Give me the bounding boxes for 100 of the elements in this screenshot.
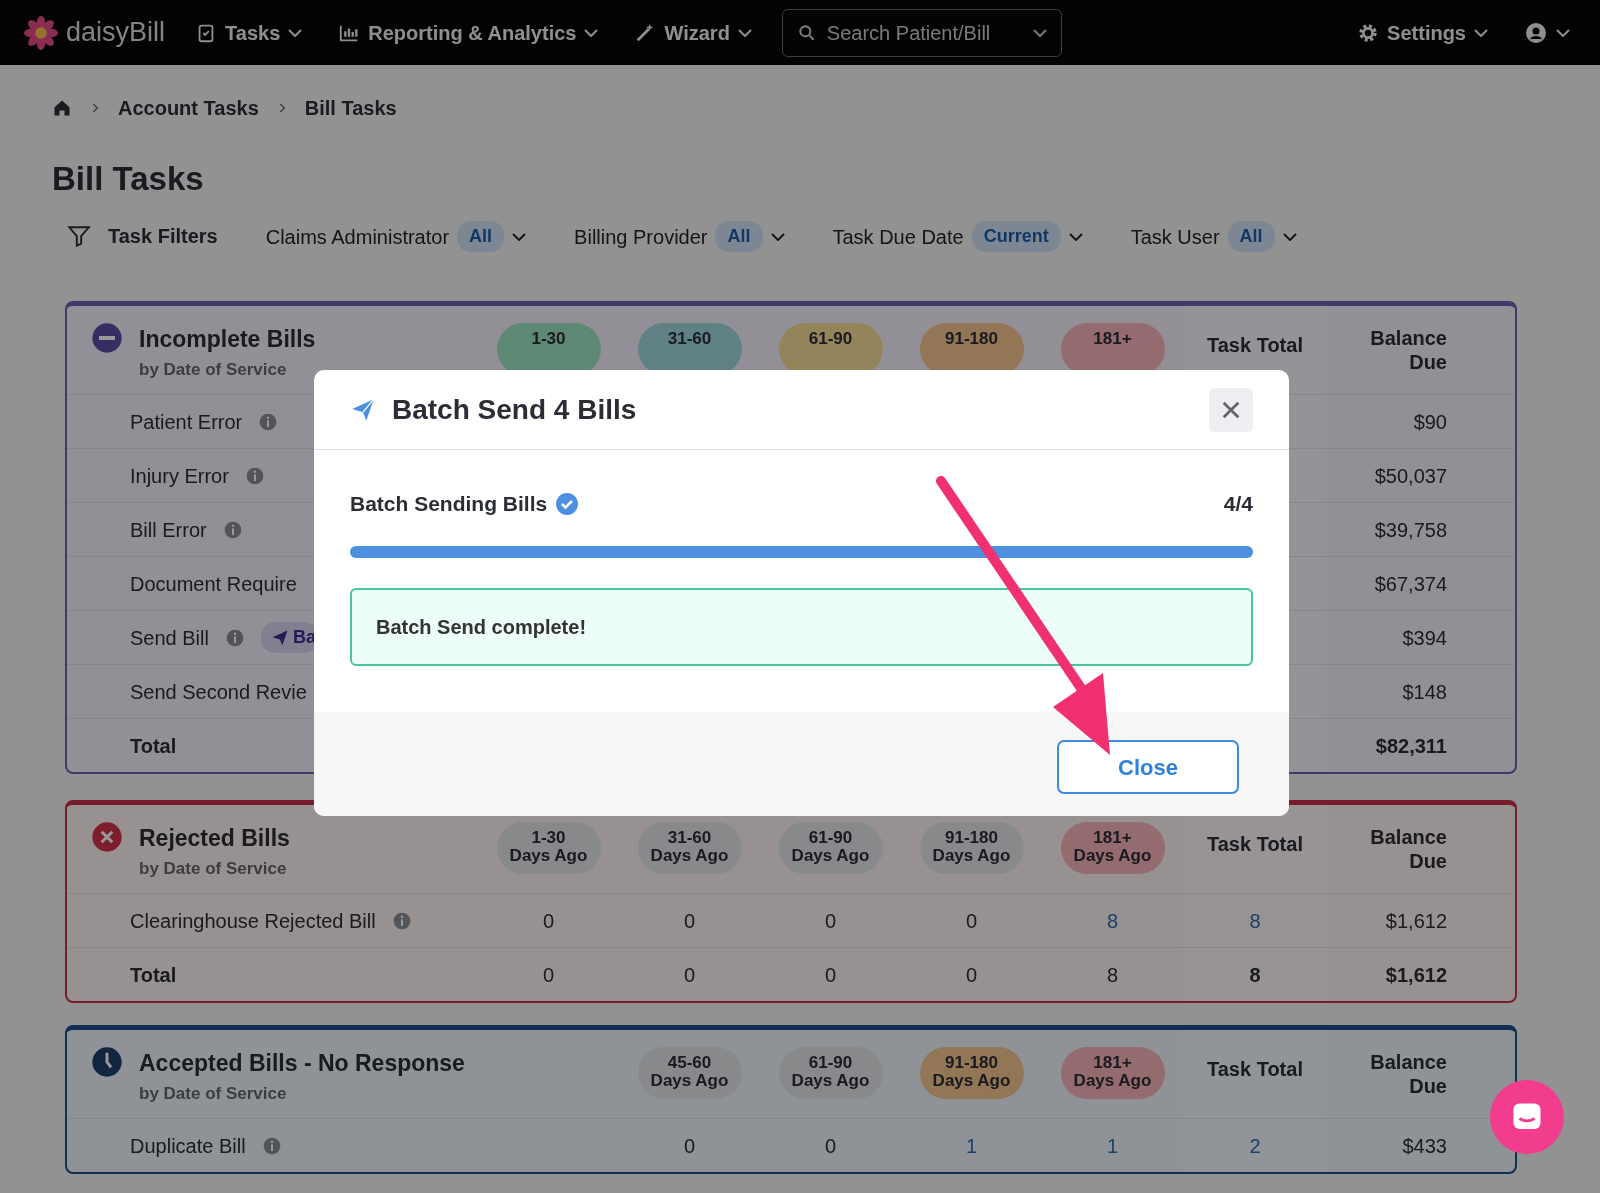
filter-dropdown[interactable]: Claims Administrator All: [265, 221, 527, 252]
home-icon[interactable]: [52, 98, 72, 118]
age-pill: 91-180 Days Ago: [919, 822, 1024, 874]
section-title: Rejected Bills: [139, 824, 290, 853]
table-cell-text: $82,311: [1375, 733, 1447, 759]
section-subtitle: by Date of Service: [139, 358, 288, 381]
chevron-icon: [1556, 28, 1570, 37]
total-label: Total: [130, 962, 177, 988]
count-link[interactable]: 8: [1106, 905, 1119, 936]
chevron-icon: [737, 28, 752, 37]
minus-circle-icon: [91, 322, 123, 354]
row-label[interactable]: Document Require: [130, 568, 297, 599]
progress-label: Batch Sending Bills: [350, 491, 548, 517]
column-header: Task Total: [1207, 832, 1303, 857]
breadcrumb-link[interactable]: Account Tasks: [118, 93, 259, 123]
paper-plane-icon: [350, 396, 376, 423]
count-link[interactable]: 8: [1249, 905, 1261, 936]
table-cell-text: $1,612: [1385, 908, 1447, 934]
table-cell-text: $39,758: [1374, 517, 1447, 543]
age-pill: 45-60 Days Ago: [637, 1047, 742, 1099]
search-icon: [796, 22, 817, 43]
row-label[interactable]: Injury Error: [130, 460, 229, 491]
count-link[interactable]: 1: [1106, 1130, 1119, 1161]
close-button[interactable]: Close: [1057, 740, 1239, 794]
table-cell-text: 0: [542, 962, 555, 988]
column-header: Balance Due: [1369, 326, 1447, 374]
section-subtitle: by Date of Service: [139, 857, 288, 880]
table-cell-text: $148: [1402, 679, 1447, 705]
chevron-icon: [1068, 232, 1083, 241]
table-cell-text: 0: [824, 1133, 837, 1159]
progress-count: 4/4: [1223, 491, 1253, 517]
chevron-icon: [288, 28, 303, 37]
table-cell-text: $433: [1402, 1133, 1447, 1159]
close-circle-icon: [91, 821, 123, 853]
chevron-icon: [1032, 28, 1047, 37]
column-header: Task Total: [1207, 1057, 1303, 1082]
modal-title: Batch Send 4 Bills: [392, 392, 638, 427]
gear-icon: [1357, 21, 1380, 44]
chevron-icon: [1474, 28, 1488, 37]
filter-heading: Task Filters: [108, 224, 218, 249]
page-title: Bill Tasks: [52, 159, 205, 199]
filter-dropdown[interactable]: Task Due Date Current: [832, 221, 1083, 252]
table-cell-text: 0: [965, 908, 978, 934]
count-link[interactable]: 2: [1249, 1130, 1261, 1161]
clock-icon: [91, 1046, 123, 1078]
nav-menu[interactable]: Tasks: [189, 16, 309, 49]
row-label[interactable]: Duplicate Bill: [130, 1130, 246, 1161]
info-icon[interactable]: [222, 519, 243, 540]
column-header: Balance Due: [1369, 1050, 1447, 1098]
close-button[interactable]: [1209, 387, 1253, 432]
table-cell-text: $90: [1413, 409, 1447, 435]
filter-dropdown[interactable]: Task User All: [1130, 221, 1297, 252]
table-cell-text: 8: [1106, 962, 1119, 988]
search-box[interactable]: Search Patient/Bill: [781, 8, 1062, 57]
info-icon[interactable]: [261, 1135, 282, 1156]
chevron-icon: [512, 232, 527, 241]
age-pill: 1-30 Days Ago: [496, 822, 601, 874]
age-pill: 31-60 Days Ago: [637, 822, 742, 874]
table-cell-text: 0: [542, 908, 555, 934]
settings-menu[interactable]: Settings: [1351, 16, 1494, 49]
search-input[interactable]: Search Patient/Bill: [824, 16, 1025, 49]
count-link[interactable]: 1: [965, 1130, 978, 1161]
row-label[interactable]: Bill Error: [130, 514, 207, 545]
success-message: Batch Send complete!: [350, 587, 1253, 666]
age-pill: 181+ Days Ago: [1060, 822, 1165, 874]
section-title: Incomplete Bills: [139, 325, 316, 354]
nav-menu[interactable]: Wizard: [628, 16, 758, 49]
table-cell-text: 8: [1249, 962, 1261, 988]
section-subtitle: by Date of Service: [139, 1082, 288, 1105]
row-label[interactable]: Send Bill: [130, 622, 209, 653]
age-pill: 181+ Days Ago: [1060, 1047, 1165, 1099]
nav-menu[interactable]: Reporting & Analytics: [332, 16, 605, 49]
row-label[interactable]: Send Second Revie: [130, 676, 307, 707]
column-header: Task Total: [1207, 333, 1303, 358]
table-cell-text: $394: [1402, 625, 1447, 651]
age-pill: 61-90 Days Ago: [778, 1047, 883, 1099]
table-cell-text: 0: [683, 908, 696, 934]
total-label: Total: [130, 733, 177, 759]
filter-dropdown[interactable]: Billing Provider All: [574, 221, 785, 252]
table-cell-text: $50,037: [1374, 463, 1447, 489]
info-icon[interactable]: [244, 465, 265, 486]
table-cell-text: 0: [683, 1133, 696, 1159]
chevron-icon: [584, 28, 599, 37]
row-label[interactable]: Patient Error: [130, 406, 243, 437]
table-cell-text: 0: [824, 908, 837, 934]
table-cell-text: 0: [965, 962, 978, 988]
brand-name: daisyBill: [66, 16, 166, 50]
chevron-icon: [1282, 232, 1297, 241]
row-label[interactable]: Clearinghouse Rejected Bill: [130, 905, 376, 936]
table-cell-text: $67,374: [1374, 571, 1447, 597]
flower-icon: [24, 15, 58, 50]
funnel-icon: [66, 223, 92, 249]
info-icon[interactable]: [258, 411, 279, 432]
breadcrumb-link[interactable]: Bill Tasks: [304, 93, 397, 123]
age-pill: 91-180 Days Ago: [919, 1047, 1024, 1099]
info-icon[interactable]: [224, 627, 245, 648]
table-cell-text: 0: [824, 962, 837, 988]
chevron-icon: [770, 232, 785, 241]
table-cell-text: 0: [683, 962, 696, 988]
info-icon[interactable]: [391, 910, 412, 931]
